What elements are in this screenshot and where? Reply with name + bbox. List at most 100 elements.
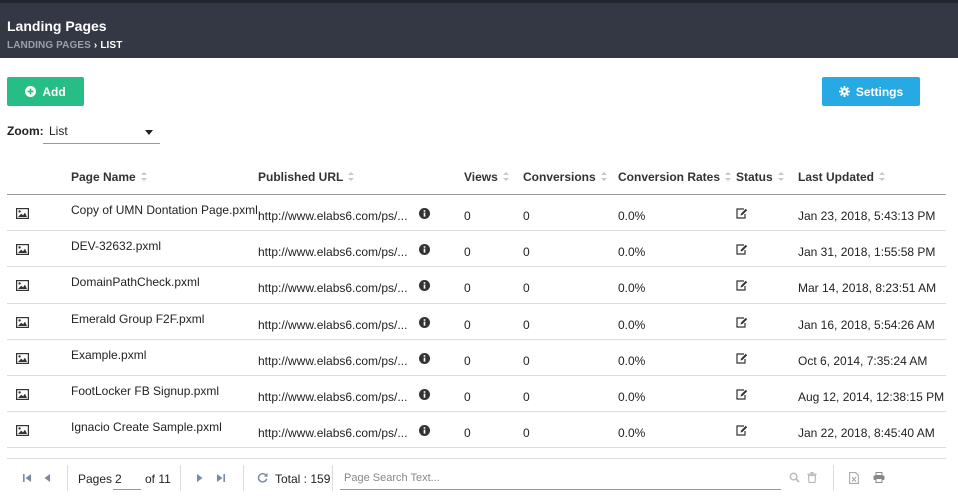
conversion-rate-value: 0.0% xyxy=(618,209,646,223)
info-circle-icon[interactable] xyxy=(419,244,430,258)
sort-icon xyxy=(777,172,784,182)
excel-export-icon[interactable] xyxy=(849,472,859,487)
page-name[interactable]: Copy of UMN Dontation Page.pxml xyxy=(71,203,258,217)
column-header-label: Last Updated xyxy=(798,170,875,184)
image-icon[interactable] xyxy=(16,425,30,439)
divider xyxy=(243,465,244,491)
table-row[interactable]: DEV-32632.pxml http://www.elabs6.com/ps/… xyxy=(7,231,946,268)
published-url[interactable]: http://www.elabs6.com/ps/... xyxy=(258,281,407,295)
conversions-value: 0 xyxy=(523,281,530,296)
column-header-published-url[interactable]: Published URL xyxy=(258,170,355,184)
published-url[interactable]: http://www.elabs6.com/ps/... xyxy=(258,354,407,368)
column-header-conversions[interactable]: Conversions xyxy=(523,170,607,184)
image-icon[interactable] xyxy=(16,244,30,258)
next-page-icon[interactable] xyxy=(196,472,203,486)
published-url[interactable]: http://www.elabs6.com/ps/... xyxy=(258,318,407,332)
edit-icon[interactable] xyxy=(736,353,748,367)
print-icon[interactable] xyxy=(873,472,885,486)
pagination-bar: Pages 2 of 11 Total : 159 Page Search Te… xyxy=(7,458,946,496)
breadcrumb-separator: › xyxy=(93,40,98,51)
published-url[interactable]: http://www.elabs6.com/ps/... xyxy=(258,209,407,223)
image-icon[interactable] xyxy=(16,388,30,403)
zoom-select[interactable]: List xyxy=(43,121,160,144)
edit-icon[interactable] xyxy=(736,389,748,403)
edit-icon[interactable] xyxy=(736,244,748,258)
image-icon[interactable] xyxy=(16,280,30,294)
page-number-input[interactable]: 2 xyxy=(113,465,141,490)
first-page-icon[interactable] xyxy=(23,472,32,486)
page-title: Landing Pages xyxy=(7,18,107,34)
info-circle-icon[interactable] xyxy=(419,388,430,403)
edit-icon[interactable] xyxy=(736,425,748,439)
table-row[interactable]: Example.pxml http://www.elabs6.com/ps/..… xyxy=(7,340,946,376)
sort-icon xyxy=(600,172,607,182)
column-header-label: Conversions xyxy=(523,170,596,184)
page-name[interactable]: Emerald Group F2F.pxml xyxy=(71,312,204,326)
column-header-views[interactable]: Views xyxy=(464,170,509,184)
breadcrumb: LANDING PAGES › LIST xyxy=(7,40,122,51)
info-circle-icon[interactable] xyxy=(419,425,430,439)
views-value: 0 xyxy=(464,389,471,404)
last-updated-value: Jan 16, 2018, 5:54:26 AM xyxy=(798,317,935,332)
refresh-icon[interactable] xyxy=(257,472,268,486)
search-icon[interactable] xyxy=(789,472,800,486)
total-count: Total : 159 xyxy=(275,472,331,486)
conversion-rate-value: 0.0% xyxy=(618,281,646,296)
trash-icon[interactable] xyxy=(807,472,817,486)
published-url[interactable]: http://www.elabs6.com/ps/... xyxy=(258,426,407,440)
edit-icon[interactable] xyxy=(736,280,748,294)
add-button[interactable]: Add xyxy=(7,77,84,106)
table-row[interactable]: Copy of UMN Dontation Page.pxml http://w… xyxy=(7,195,946,232)
info-circle-icon[interactable] xyxy=(419,316,430,331)
last-updated-value: Mar 14, 2018, 8:23:51 AM xyxy=(798,281,937,296)
views-value: 0 xyxy=(464,209,471,223)
prev-page-icon[interactable] xyxy=(44,472,51,486)
last-page-icon[interactable] xyxy=(216,472,225,486)
page-name[interactable]: FootLocker FB Signup.pxml xyxy=(71,384,219,398)
published-url[interactable]: http://www.elabs6.com/ps/... xyxy=(258,245,407,259)
info-circle-icon[interactable] xyxy=(419,352,430,367)
column-header-label: Status xyxy=(736,170,773,184)
conversion-rate-value: 0.0% xyxy=(618,317,646,332)
table-row[interactable]: FootLocker FB Signup.pxml http://www.ela… xyxy=(7,376,946,413)
page-name[interactable]: DomainPathCheck.pxml xyxy=(71,275,200,289)
info-circle-icon[interactable] xyxy=(419,280,430,294)
last-updated-value: Jan 22, 2018, 8:45:40 AM xyxy=(798,426,935,441)
edit-icon[interactable] xyxy=(736,208,748,222)
zoom-label: Zoom: xyxy=(7,124,44,138)
conversions-value: 0 xyxy=(523,353,530,368)
table-row[interactable]: Emerald Group F2F.pxml http://www.elabs6… xyxy=(7,304,946,340)
column-header-status[interactable]: Status xyxy=(736,170,784,184)
page-header: Landing Pages LANDING PAGES › LIST xyxy=(0,0,958,58)
image-icon[interactable] xyxy=(16,352,30,367)
column-header-label: Views xyxy=(464,170,498,184)
image-icon[interactable] xyxy=(16,316,30,331)
views-value: 0 xyxy=(464,426,471,441)
settings-button-label: Settings xyxy=(855,84,904,99)
views-value: 0 xyxy=(464,353,471,368)
page-name[interactable]: Ignacio Create Sample.pxml xyxy=(71,420,222,434)
table-body: Copy of UMN Dontation Page.pxml http://w… xyxy=(7,195,946,449)
column-header-conversion-rates[interactable]: Conversion Rates xyxy=(618,170,732,184)
table-row[interactable]: DomainPathCheck.pxml http://www.elabs6.c… xyxy=(7,267,946,304)
divider xyxy=(332,465,333,491)
breadcrumb-landing-pages[interactable]: LANDING PAGES xyxy=(7,40,91,51)
zoom-select-value: List xyxy=(49,124,68,138)
sort-icon xyxy=(725,172,732,182)
breadcrumb-current: LIST xyxy=(100,40,123,51)
info-circle-icon[interactable] xyxy=(419,208,430,222)
column-header-page-name[interactable]: Page Name xyxy=(71,170,147,184)
published-url[interactable]: http://www.elabs6.com/ps/... xyxy=(258,390,407,404)
column-header-last-updated[interactable]: Last Updated xyxy=(798,170,886,184)
conversions-value: 0 xyxy=(523,317,530,332)
edit-icon[interactable] xyxy=(736,316,748,331)
page-name[interactable]: Example.pxml xyxy=(71,348,146,362)
sort-icon xyxy=(348,172,355,182)
gear-icon xyxy=(838,86,850,97)
page-name[interactable]: DEV-32632.pxml xyxy=(71,239,161,253)
page-search-input[interactable]: Page Search Text... xyxy=(340,465,781,490)
column-header-label: Published URL xyxy=(258,170,344,184)
image-icon[interactable] xyxy=(16,208,30,222)
table-row[interactable]: Ignacio Create Sample.pxml http://www.el… xyxy=(7,412,946,449)
settings-button[interactable]: Settings xyxy=(822,77,920,106)
